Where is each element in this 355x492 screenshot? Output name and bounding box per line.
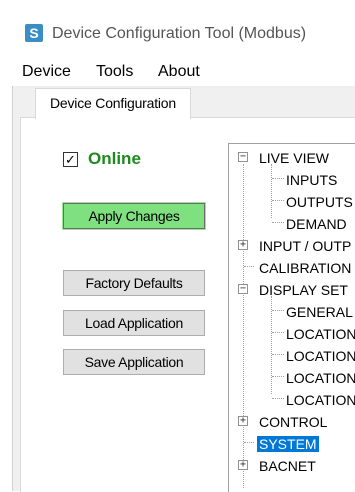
tree-node-label: LOCATION (286, 392, 355, 408)
tree-connector (272, 222, 284, 223)
tree-node-live-view[interactable]: LIVE VIEW (257, 148, 331, 168)
tree-node-general[interactable]: GENERAL (284, 302, 355, 322)
tree-node-label: GENERAL (286, 304, 353, 320)
expand-icon[interactable]: + (238, 416, 248, 426)
tree-node-display-settings[interactable]: DISPLAY SET (257, 280, 350, 300)
tree-node-location-1[interactable]: LOCATION (284, 324, 355, 344)
factory-defaults-button[interactable]: Factory Defaults (63, 270, 205, 296)
tree-node-label: INPUTS (286, 172, 338, 188)
expand-icon[interactable]: + (238, 240, 248, 250)
tree-node-label: LOCATION (286, 326, 355, 342)
tree-node-label: LOCATION (286, 370, 355, 386)
tree-node-label: INPUT / OUTP (259, 238, 352, 254)
title-bar: S Device Configuration Tool (Modbus) (0, 0, 355, 58)
tree-connector (244, 442, 254, 443)
load-application-button[interactable]: Load Application (63, 310, 205, 336)
tree-connector (272, 376, 284, 377)
collapse-icon[interactable]: − (238, 152, 248, 162)
tree-node-label: LIVE VIEW (259, 150, 330, 166)
tree-connector (272, 200, 284, 201)
collapse-icon[interactable]: − (238, 284, 248, 294)
tree-node-calibration[interactable]: CALIBRATION (257, 258, 353, 278)
tree-node-label: LOCATION (286, 348, 355, 364)
tree-node-inputs[interactable]: INPUTS (284, 170, 339, 190)
tree-node-label: OUTPUTS (286, 194, 353, 210)
expand-icon[interactable]: + (238, 460, 248, 470)
menu-about[interactable]: About (158, 62, 200, 82)
tree-node-label: CALIBRATION (259, 260, 352, 276)
online-checkbox[interactable]: ✓ (63, 152, 78, 167)
tree-node-label: BACNET (259, 458, 316, 474)
tree-node-input-output[interactable]: INPUT / OUTP (257, 236, 353, 256)
tree-connector (272, 354, 284, 355)
tree-node-location-4[interactable]: LOCATION (284, 390, 355, 410)
tree-node-label: DEMAND (286, 216, 347, 232)
menu-tools[interactable]: Tools (96, 62, 133, 82)
menu-device[interactable]: Device (22, 62, 71, 82)
tree-node-bacnet[interactable]: BACNET (257, 456, 318, 476)
tree-branch-line (271, 164, 272, 218)
tree-node-label: SYSTEM (257, 436, 319, 452)
tree-node-location-2[interactable]: LOCATION (284, 346, 355, 366)
tree-node-demand[interactable]: DEMAND (284, 214, 349, 234)
tree-root-line (243, 164, 244, 488)
tree-node-location-3[interactable]: LOCATION (284, 368, 355, 388)
tree-connector (272, 332, 284, 333)
settings-tree[interactable]: − LIVE VIEW INPUTS OUTPUTS DEMAND + INPU… (228, 143, 355, 492)
tree-node-outputs[interactable]: OUTPUTS (284, 192, 355, 212)
app-icon: S (25, 24, 43, 42)
menu-bar: Device Tools About (12, 58, 355, 86)
tree-node-system[interactable]: SYSTEM (257, 434, 319, 454)
tree-connector (244, 266, 254, 267)
tree-node-label: DISPLAY SET (259, 282, 348, 298)
online-label: Online (88, 149, 141, 168)
tree-node-label: CONTROL (259, 414, 328, 430)
tree-connector (272, 178, 284, 179)
tree-connector (272, 310, 284, 311)
tab-device-configuration[interactable]: Device Configuration (35, 88, 191, 119)
tree-connector (272, 398, 284, 399)
apply-changes-button[interactable]: Apply Changes (62, 202, 206, 230)
window-title: Device Configuration Tool (Modbus) (52, 25, 307, 42)
save-application-button[interactable]: Save Application (63, 349, 205, 375)
tree-node-control[interactable]: CONTROL (257, 412, 329, 432)
